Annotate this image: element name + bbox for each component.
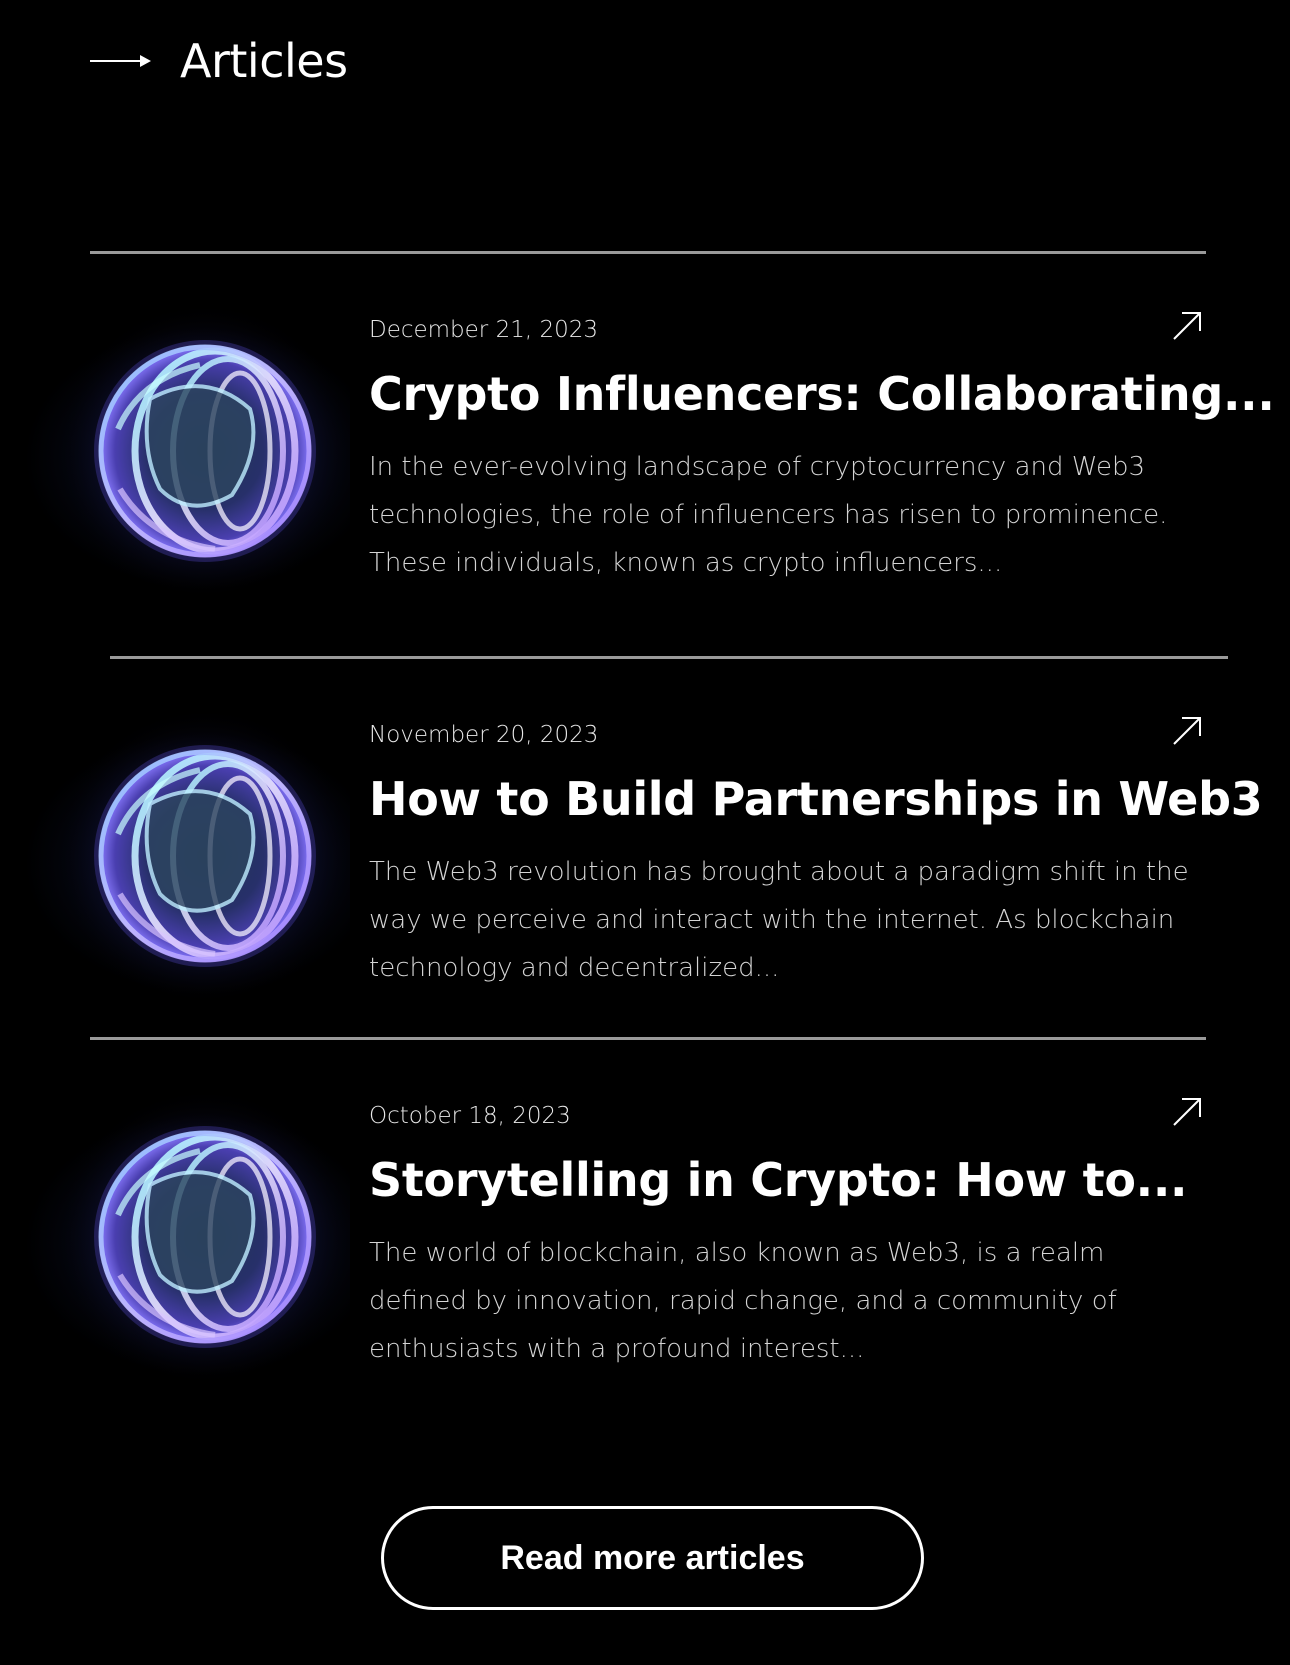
article-title[interactable]: Crypto Influencers: Collaborating...: [369, 367, 1275, 421]
article-title[interactable]: Storytelling in Crypto: How to...: [369, 1153, 1188, 1207]
article-date: October 18, 2023: [369, 1103, 571, 1129]
divider: [110, 656, 1228, 659]
glass-sphere-image[interactable]: [0, 309, 350, 607]
article-date: November 20, 2023: [369, 722, 599, 748]
arrow-up-right-icon[interactable]: [1170, 1095, 1204, 1129]
divider: [90, 1037, 1206, 1040]
article-excerpt: The world of blockchain, also known as W…: [369, 1238, 1117, 1364]
article-card[interactable]: December 21, 2023 Crypto Influencers: Co…: [0, 309, 1290, 609]
article-title[interactable]: How to Build Partnerships in Web3: [369, 772, 1263, 826]
glass-sphere-image[interactable]: [0, 714, 350, 1012]
arrow-up-right-icon[interactable]: [1170, 714, 1204, 748]
arrow-right-icon: [90, 55, 151, 67]
article-date: December 21, 2023: [369, 317, 599, 343]
read-more-articles-button[interactable]: Read more articles: [381, 1506, 924, 1610]
divider: [90, 251, 1206, 254]
arrow-up-right-icon[interactable]: [1170, 309, 1204, 343]
article-excerpt: The Web3 revolution has brought about a …: [369, 857, 1189, 983]
article-card[interactable]: October 18, 2023 Storytelling in Crypto:…: [0, 1095, 1290, 1395]
article-card[interactable]: November 20, 2023 How to Build Partnersh…: [0, 714, 1290, 1014]
glass-sphere-image[interactable]: [0, 1095, 350, 1393]
article-excerpt: In the ever-evolving landscape of crypto…: [369, 452, 1168, 578]
section-title: Articles: [180, 34, 348, 88]
section-header: Articles: [90, 34, 348, 88]
